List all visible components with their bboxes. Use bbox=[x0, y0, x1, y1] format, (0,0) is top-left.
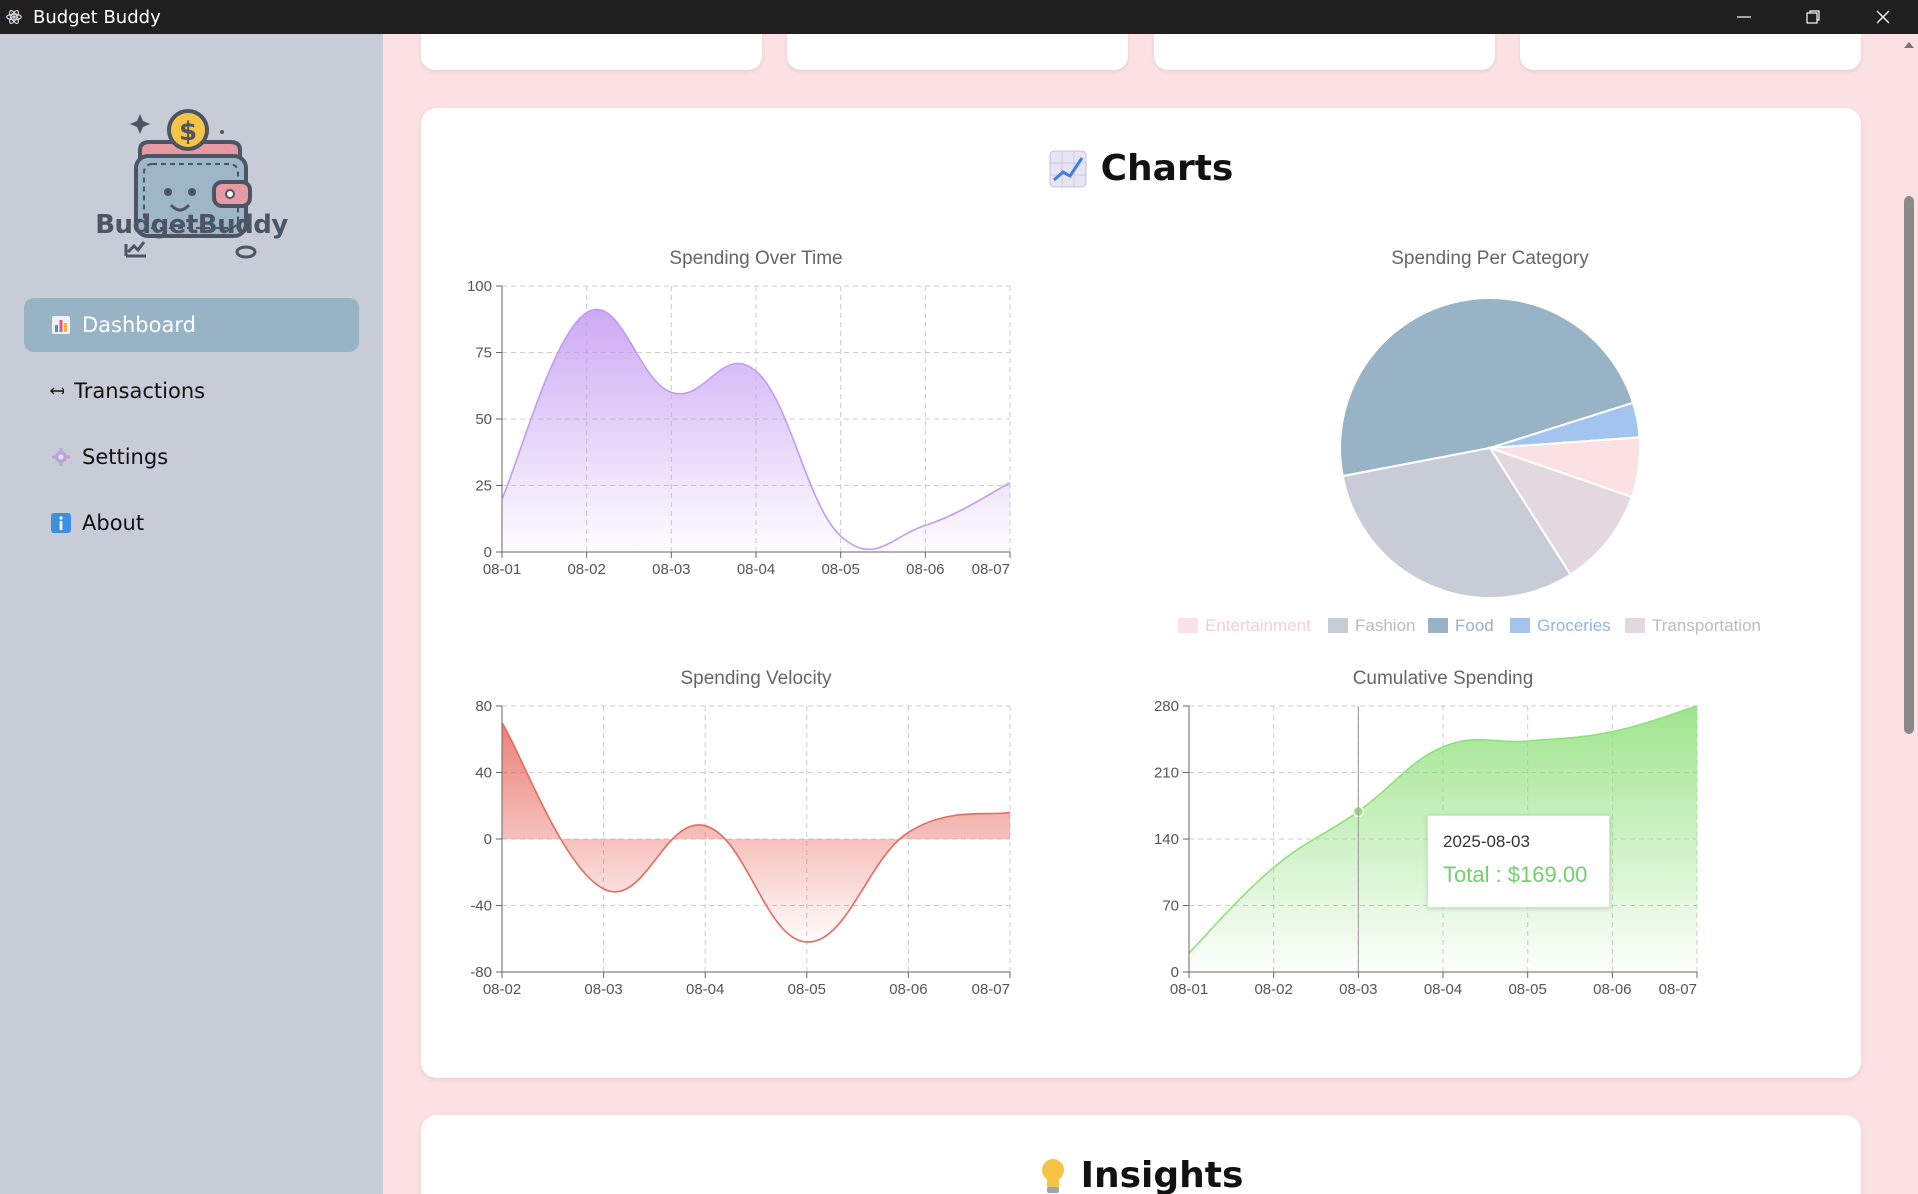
x-tick-label: 08-01 bbox=[1170, 981, 1208, 998]
stat-card bbox=[787, 34, 1128, 70]
x-tick-label: 08-07 bbox=[972, 981, 1010, 998]
x-tick-label: 08-03 bbox=[652, 561, 690, 578]
spending-per-category-chart: Spending Per Category Entertainment Fashio… bbox=[1178, 248, 1761, 635]
legend-swatch bbox=[1328, 618, 1348, 633]
sidebar-item-settings[interactable]: Settings bbox=[24, 430, 359, 484]
x-tick-label: 08-05 bbox=[788, 981, 826, 998]
stat-card bbox=[421, 34, 762, 70]
logo-wallet-icon: $ bbox=[124, 109, 257, 259]
sidebar-item-dashboard[interactable]: Dashboard bbox=[24, 298, 359, 352]
chart-title: Cumulative Spending bbox=[1353, 668, 1534, 689]
charts-title: Charts bbox=[421, 148, 1861, 189]
x-tick-label: 08-07 bbox=[1659, 981, 1697, 998]
legend-swatch bbox=[1510, 618, 1530, 633]
minimize-icon bbox=[1737, 16, 1751, 18]
x-tick-label: 08-07 bbox=[972, 561, 1010, 578]
info-icon bbox=[50, 512, 72, 534]
area-fill bbox=[502, 309, 1010, 552]
spending-over-time-chart: Spending Over Time 0 25 50 75 100 08-01 08-02 08… bbox=[467, 248, 1011, 578]
insights-title-text: Insights bbox=[1080, 1155, 1244, 1194]
y-tick-label: 75 bbox=[475, 345, 492, 362]
lightbulb-icon bbox=[1041, 1158, 1064, 1193]
x-tick-label: 08-06 bbox=[889, 981, 927, 998]
insights-title: Insights bbox=[421, 1155, 1861, 1194]
legend-label: Groceries bbox=[1537, 616, 1611, 635]
x-tick-label: 08-01 bbox=[483, 561, 521, 578]
y-tick-label: 280 bbox=[1154, 698, 1179, 715]
x-tick-label: 08-05 bbox=[821, 561, 859, 578]
legend-label: Food bbox=[1455, 616, 1494, 635]
chart-title: Spending Velocity bbox=[680, 668, 832, 689]
sidebar-item-label: Dashboard bbox=[82, 313, 196, 337]
y-tick-label: -80 bbox=[470, 964, 492, 981]
x-tick-label: 08-04 bbox=[686, 981, 724, 998]
y-tick-label: 70 bbox=[1162, 898, 1179, 915]
y-tick-label: 0 bbox=[484, 544, 492, 561]
svg-text:$: $ bbox=[179, 117, 197, 147]
insights-card: Insights bbox=[421, 1115, 1861, 1194]
y-tick-label: 50 bbox=[475, 411, 492, 428]
charts-title-text: Charts bbox=[1100, 148, 1234, 189]
y-tick-label: 40 bbox=[475, 765, 492, 782]
chart-tooltip: 2025-08-03 Total : $169.00 bbox=[1427, 815, 1610, 908]
x-tick-label: 08-05 bbox=[1508, 981, 1546, 998]
x-tick-label: 08-04 bbox=[737, 561, 775, 578]
legend-swatch bbox=[1625, 618, 1645, 633]
y-tick-label: 25 bbox=[475, 478, 492, 495]
scroll-up-arrow-icon[interactable] bbox=[1901, 38, 1917, 50]
x-tick-label: 08-03 bbox=[584, 981, 622, 998]
y-tick-label: 210 bbox=[1154, 765, 1179, 782]
x-tick-label: 08-02 bbox=[483, 981, 521, 998]
x-tick-label: 08-06 bbox=[1593, 981, 1631, 998]
maximize-button[interactable] bbox=[1779, 0, 1847, 34]
stat-card bbox=[1520, 34, 1861, 70]
left-right-arrow-icon bbox=[50, 380, 64, 402]
close-icon bbox=[1876, 10, 1890, 24]
restore-icon bbox=[1806, 10, 1820, 24]
x-tick-label: 08-06 bbox=[906, 561, 944, 578]
sidebar-item-label: Settings bbox=[82, 445, 169, 469]
chart-title: Spending Per Category bbox=[1391, 248, 1589, 269]
title-bar: Budget Buddy bbox=[0, 0, 1918, 34]
sidebar-item-transactions[interactable]: Transactions bbox=[24, 364, 359, 418]
legend-swatch bbox=[1178, 618, 1198, 633]
x-tick-label: 08-04 bbox=[1424, 981, 1462, 998]
logo-text: BudgetBuddy bbox=[95, 210, 288, 240]
y-tick-label: 80 bbox=[475, 698, 492, 715]
window-title: Budget Buddy bbox=[33, 6, 161, 28]
tooltip-date: 2025-08-03 bbox=[1443, 832, 1530, 851]
sidebar-item-label: Transactions bbox=[74, 379, 206, 403]
line-chart-icon bbox=[1049, 150, 1087, 187]
y-tick-label: 140 bbox=[1154, 831, 1179, 848]
sidebar-item-about[interactable]: About bbox=[24, 496, 359, 550]
close-button[interactable] bbox=[1849, 0, 1917, 34]
x-tick-label: 08-03 bbox=[1339, 981, 1377, 998]
legend-label: Entertainment bbox=[1205, 616, 1311, 635]
area-fill bbox=[502, 722, 1010, 943]
bar-chart-icon bbox=[50, 314, 72, 336]
scrollbar-thumb[interactable] bbox=[1904, 196, 1914, 734]
x-tick-label: 08-02 bbox=[567, 561, 605, 578]
x-tick-label: 08-02 bbox=[1254, 981, 1292, 998]
y-tick-label: 0 bbox=[1171, 964, 1179, 981]
stat-card bbox=[1154, 34, 1495, 70]
minimize-button[interactable] bbox=[1710, 0, 1778, 34]
y-tick-label: 100 bbox=[467, 278, 492, 295]
chart-title: Spending Over Time bbox=[669, 248, 842, 269]
legend-label: Transportation bbox=[1652, 616, 1761, 635]
tooltip-value: Total : $169.00 bbox=[1443, 862, 1588, 887]
spending-velocity-chart: Spending Velocity -80 -40 0 40 80 08-02 08-03 08… bbox=[470, 668, 1011, 998]
y-tick-label: -40 bbox=[470, 898, 492, 915]
y-tick-label: 0 bbox=[484, 831, 492, 848]
sidebar: $ BudgetBuddy Dashboard Transactions Set… bbox=[0, 34, 383, 1194]
app-icon bbox=[6, 10, 22, 24]
gear-icon bbox=[50, 446, 72, 468]
sidebar-item-label: About bbox=[82, 511, 145, 535]
legend-label: Fashion bbox=[1355, 616, 1415, 635]
legend-swatch bbox=[1428, 618, 1448, 633]
